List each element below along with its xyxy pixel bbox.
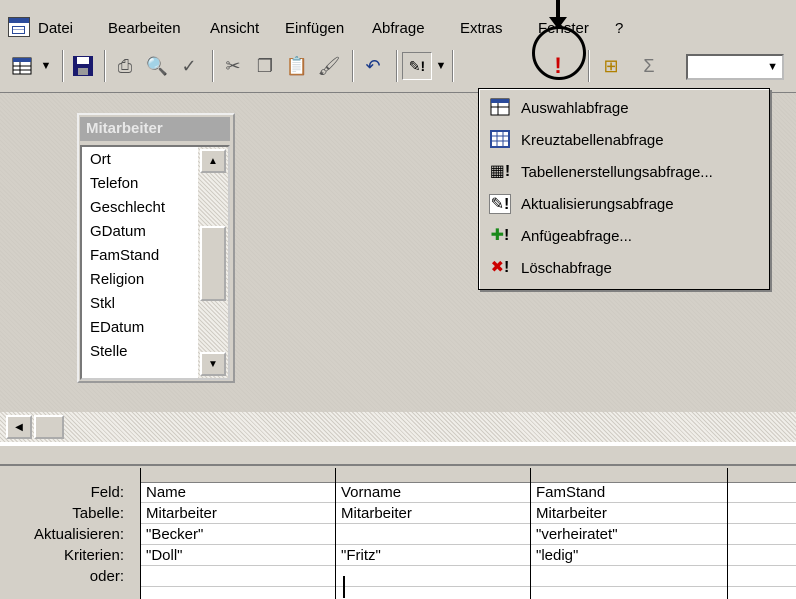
grid-cell[interactable]: "Becker" [146,526,203,543]
field-item[interactable]: Geschlecht [90,199,165,216]
grid-cell[interactable]: Vorname [341,484,401,501]
app-window-icon[interactable] [8,17,30,37]
menu-help[interactable]: ? [615,20,623,37]
format-painter-icon[interactable]: 🖌 [314,52,344,80]
menu-bearbeiten[interactable]: Bearbeiten [108,20,181,37]
menu-item-update-query[interactable]: ✎! Aktualisierungsabfrage [479,189,769,219]
column-selector[interactable] [728,468,796,483]
table-pane-hscrollbar[interactable] [0,412,796,442]
grid-cell[interactable]: "Doll" [146,547,183,564]
menu-item-delete-query[interactable]: ✖! Löschabfrage [479,253,769,283]
scroll-left-icon[interactable]: ◀ [6,415,32,439]
menu-item-select-query[interactable]: Auswahlabfrage [479,93,769,123]
pane-splitter[interactable] [0,444,796,466]
annotation-circle [532,26,586,80]
field-item[interactable]: GDatum [90,223,146,240]
update-query-icon: ✎! [489,194,511,214]
design-grid [140,468,796,599]
grid-cell[interactable]: Mitarbeiter [536,505,607,522]
query-type-dropdown-icon[interactable]: ▼ [434,52,448,80]
scroll-down-icon[interactable]: ▼ [200,352,226,376]
combo-arrow-icon[interactable]: ▼ [767,61,778,73]
menu-einfuegen[interactable]: Einfügen [285,20,344,37]
query-type-icon[interactable]: ✎! [402,52,432,80]
cut-icon[interactable]: ✂ [218,52,248,80]
row-label-oder: oder: [89,568,124,585]
field-item[interactable]: Stelle [90,343,128,360]
row-label-aktualisieren: Aktualisieren: [33,526,124,543]
menu-datei[interactable]: Datei [38,20,73,37]
field-list-title[interactable]: Mitarbeiter [80,117,230,141]
menu-ansicht[interactable]: Ansicht [210,20,259,37]
view-icon[interactable] [8,52,36,80]
top-values-combo[interactable]: ▼ [686,54,784,80]
scroll-thumb[interactable] [200,226,226,301]
field-item[interactable]: FamStand [90,247,159,264]
grid-cell[interactable]: Mitarbeiter [146,505,217,522]
grid-cell[interactable]: Name [146,484,186,501]
menu-item-crosstab-query[interactable]: Kreuztabellenabfrage [479,125,769,155]
field-item[interactable]: EDatum [90,319,144,336]
grid-cell[interactable]: Mitarbeiter [341,505,412,522]
hscroll-thumb[interactable] [34,415,64,439]
row-label-feld: Feld: [90,484,124,501]
field-item[interactable]: Telefon [90,175,138,192]
grid-cell[interactable]: FamStand [536,484,605,501]
grid-cell[interactable]: "Fritz" [341,547,381,564]
append-query-icon: ✚! [490,227,510,244]
totals-icon[interactable]: Σ [634,52,664,80]
row-label-kriterien: Kriterien: [63,547,124,564]
menu-abfrage[interactable]: Abfrage [372,20,425,37]
view-dropdown-icon[interactable]: ▼ [38,52,54,80]
select-query-icon [489,98,511,118]
text-cursor [343,576,345,598]
undo-icon[interactable]: ↶ [358,52,388,80]
query-type-menu: Auswahlabfrage Kreuztabellenabfrage ▦! T… [478,88,770,290]
menu-bar: Datei Bearbeiten Ansicht Einfügen Abfrag… [0,0,796,43]
toolbar: ▼ ⎙ 🔍 ✓ ✂ ❐ 📋 🖌 ↶ ✎! ▼ ! ⊞ Σ ▼ [0,42,796,93]
delete-query-icon: ✖! [490,259,510,276]
field-item[interactable]: Stkl [90,295,115,312]
save-icon[interactable] [68,52,98,80]
spelling-icon[interactable]: ✓ [174,52,204,80]
crosstab-query-icon [489,130,511,150]
show-table-icon[interactable]: ⊞ [596,52,626,80]
paste-icon[interactable]: 📋 [282,52,312,80]
field-item[interactable]: Ort [90,151,111,168]
column-selector[interactable] [140,468,335,483]
print-icon[interactable]: ⎙ [110,52,140,80]
menu-item-make-table-query[interactable]: ▦! Tabellenerstellungsabfrage... [479,157,769,187]
field-item[interactable]: Religion [90,271,144,288]
grid-cell[interactable]: "ledig" [536,547,578,564]
column-selector[interactable] [336,468,530,483]
scroll-up-icon[interactable]: ▲ [200,149,226,173]
menu-item-append-query[interactable]: ✚! Anfügeabfrage... [479,221,769,251]
row-label-tabelle: Tabelle: [72,505,124,522]
make-table-query-icon: ▦! [489,163,511,180]
menu-extras[interactable]: Extras [460,20,503,37]
column-selector[interactable] [531,468,727,483]
grid-cell[interactable]: "verheiratet" [536,526,618,543]
copy-icon[interactable]: ❐ [250,52,280,80]
print-preview-icon[interactable]: 🔍 [142,52,172,80]
